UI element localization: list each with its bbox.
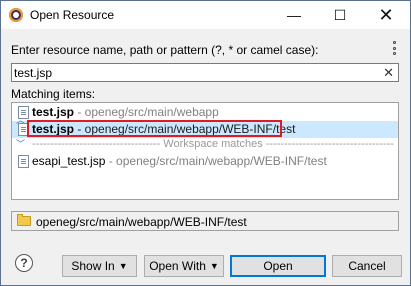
- view-menu-icon[interactable]: [391, 41, 397, 55]
- open-with-button[interactable]: Open With ▼: [144, 255, 224, 277]
- prompt-label: Enter resource name, path or pattern (?,…: [11, 43, 319, 57]
- maximize-button[interactable]: ☐: [317, 1, 363, 29]
- result-name: esapi_test.jsp: [32, 154, 106, 168]
- selected-path-bar: openeg/src/main/webapp/WEB-INF/test: [11, 211, 399, 231]
- selected-path-text: openeg/src/main/webapp/WEB-INF/test: [36, 215, 247, 229]
- dropdown-caret-icon: ▼: [209, 261, 219, 271]
- eclipse-icon: [9, 8, 23, 22]
- jsp-file-icon: [18, 155, 29, 168]
- highlight-annotation: [27, 120, 282, 137]
- show-in-button[interactable]: Show In ▼: [62, 255, 137, 277]
- list-item[interactable]: esapi_test.jsp - openeg/src/main/webapp/…: [12, 153, 398, 170]
- open-resource-dialog: Open Resource — ☐ ✕ Enter resource name,…: [0, 0, 411, 286]
- search-input[interactable]: [14, 65, 374, 80]
- result-path: - openeg/src/main/webapp: [74, 105, 219, 119]
- search-field[interactable]: ✕: [11, 63, 399, 82]
- open-with-label: Open With: [149, 259, 206, 273]
- folder-icon: [17, 214, 31, 226]
- result-name: test.jsp: [32, 105, 75, 119]
- open-button[interactable]: Open: [230, 255, 326, 277]
- workspace-separator: ----------------------------------- Work…: [32, 138, 394, 150]
- show-in-label: Show In: [71, 259, 115, 273]
- title-bar: Open Resource — ☐ ✕: [1, 1, 410, 29]
- matching-items-label: Matching items:: [11, 87, 96, 101]
- clear-icon[interactable]: ✕: [383, 65, 394, 81]
- list-item-selected[interactable]: ︿ test.jsp - openeg/src/main/webapp/WEB-…: [12, 115, 398, 138]
- minimize-button[interactable]: —: [271, 1, 317, 29]
- cancel-button[interactable]: Cancel: [332, 255, 402, 277]
- list-item[interactable]: test.jsp - openeg/src/main/webapp: [12, 104, 398, 121]
- dialog-title: Open Resource: [30, 8, 115, 22]
- chevron-down-icon: ﹀: [16, 139, 26, 149]
- result-path: - openeg/src/main/webapp/WEB-INF/test: [105, 154, 327, 168]
- dropdown-caret-icon: ▼: [118, 261, 128, 271]
- results-list[interactable]: test.jsp - openeg/src/main/webapp ︿ test…: [11, 102, 399, 200]
- help-button[interactable]: ?: [15, 254, 33, 272]
- close-button[interactable]: ✕: [363, 1, 409, 29]
